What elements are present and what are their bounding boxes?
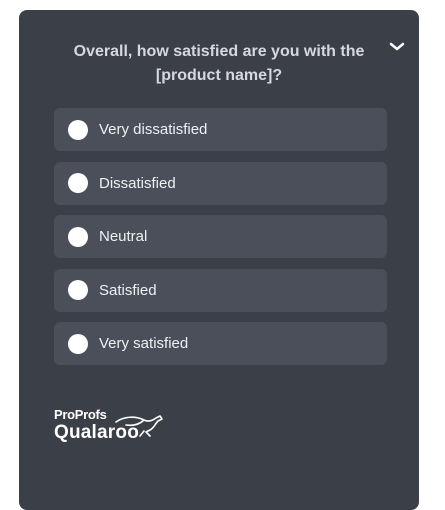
collapse-button[interactable] xyxy=(387,38,407,56)
survey-question: Overall, how satisfied are you with the … xyxy=(73,43,365,84)
kangaroo-icon xyxy=(114,410,168,445)
option-label: Satisfied xyxy=(99,281,157,299)
option-label: Very dissatisfied xyxy=(99,121,208,138)
option-very-dissatisfied[interactable]: Very dissatisfied xyxy=(54,108,387,151)
option-label: Dissatisfied xyxy=(99,174,176,192)
radio-button[interactable] xyxy=(68,173,88,193)
option-label: Very satisfied xyxy=(99,335,189,352)
option-neutral[interactable]: Neutral xyxy=(54,215,387,258)
radio-button[interactable] xyxy=(68,333,88,354)
qualaroo-logo[interactable]: ProProfs Qualaroo xyxy=(54,408,174,448)
radio-button[interactable] xyxy=(68,226,88,247)
answer-options: Very dissatisfied Dissatisfied Neutral S… xyxy=(54,108,387,376)
option-very-satisfied[interactable]: Very satisfied xyxy=(54,322,387,365)
radio-button[interactable] xyxy=(68,280,88,300)
option-satisfied[interactable]: Satisfied xyxy=(54,268,387,312)
chevron-down-icon xyxy=(387,38,407,56)
option-dissatisfied[interactable]: Dissatisfied xyxy=(54,161,387,205)
survey-panel: Overall, how satisfied are you with the … xyxy=(19,10,419,510)
option-label: Neutral xyxy=(99,228,148,245)
radio-button[interactable] xyxy=(68,119,88,140)
